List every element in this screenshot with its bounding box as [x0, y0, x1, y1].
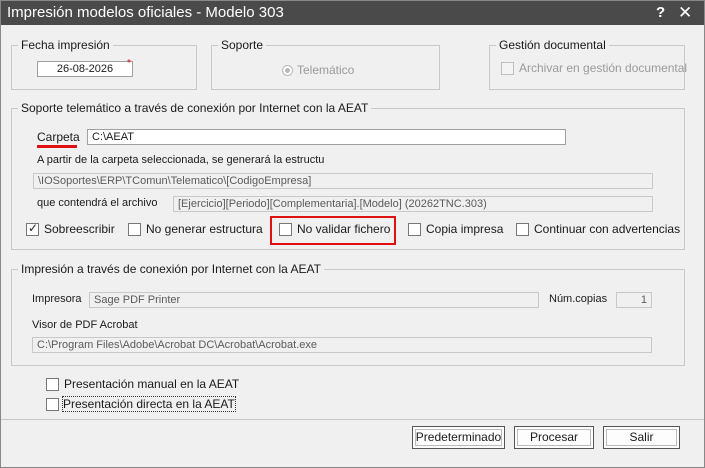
no-validar-fichero-label: No validar fichero	[297, 222, 391, 236]
visor-field[interactable]: C:\Program Files\Adobe\Acrobat DC\Acroba…	[32, 337, 652, 353]
carpeta-highlight	[37, 145, 77, 148]
dialog-window: Impresión modelos oficiales - Modelo 303…	[0, 0, 705, 468]
impresora-label: Impresora	[32, 293, 82, 305]
archivar-checkbox[interactable]	[501, 62, 514, 75]
telematico-radio[interactable]	[282, 65, 293, 76]
window-title: Impresión modelos oficiales - Modelo 303	[7, 4, 284, 21]
estructura-field: \IOSoportes\ERP\TComun\Telematico\[Codig…	[33, 173, 653, 189]
carpeta-label: Carpeta	[37, 130, 80, 144]
check-icon: ✓	[28, 221, 39, 235]
archivo-field: [Ejercicio][Periodo][Complementaria].[Mo…	[173, 196, 653, 212]
soporte-legend: Soporte	[218, 38, 267, 52]
title-bar: Impresión modelos oficiales - Modelo 303…	[1, 1, 704, 25]
continuar-advertencias-checkbox[interactable]	[516, 223, 529, 236]
continuar-advertencias-label: Continuar con advertencias	[534, 222, 681, 236]
archivo-label: que contendrá el archivo	[37, 197, 158, 209]
telematico-legend: Soporte telemático a través de conexión …	[18, 101, 372, 115]
sobreescribir-checkbox[interactable]: ✓	[26, 221, 39, 236]
visor-label: Visor de PDF Acrobat	[32, 319, 138, 331]
carpeta-input[interactable]: C:\AEAT	[87, 129, 566, 145]
salir-button[interactable]: Salir	[603, 426, 680, 449]
presentacion-manual-label: Presentación manual en la AEAT	[64, 377, 240, 391]
presentacion-directa-checkbox[interactable]	[46, 398, 59, 411]
impresora-field[interactable]: Sage PDF Printer	[89, 292, 539, 308]
footer-separator	[1, 419, 704, 420]
help-icon[interactable]: ?	[656, 4, 665, 21]
copias-field[interactable]: 1	[616, 292, 652, 308]
no-generar-estructura-label: No generar estructura	[146, 222, 263, 236]
no-generar-estructura-checkbox[interactable]	[128, 223, 141, 236]
predeterminado-button[interactable]: Predeterminado	[412, 426, 505, 449]
presentacion-manual-checkbox[interactable]	[46, 378, 59, 391]
fecha-input[interactable]: 26-08-2026	[37, 61, 133, 77]
telematico-label: Telemático	[297, 63, 355, 77]
estructura-label: A partir de la carpeta seleccionada, se …	[37, 154, 325, 166]
required-marker: *	[127, 58, 131, 69]
gestion-legend: Gestión documental	[496, 38, 609, 52]
sobreescribir-label: Sobreescribir	[44, 222, 115, 236]
copia-impresa-checkbox[interactable]	[408, 223, 421, 236]
copia-impresa-label: Copia impresa	[426, 222, 504, 236]
close-icon[interactable]: ✕	[678, 3, 692, 23]
procesar-button[interactable]: Procesar	[514, 426, 594, 449]
copias-label: Núm.copias	[549, 293, 608, 305]
presentacion-directa-label: Presentación directa en la AEAT	[62, 396, 236, 412]
archivar-label: Archivar en gestión documental	[519, 61, 688, 75]
impresion-legend: Impresión a través de conexión por Inter…	[18, 262, 324, 276]
no-validar-fichero-checkbox[interactable]	[279, 223, 292, 236]
fecha-legend: Fecha impresión	[18, 38, 113, 52]
